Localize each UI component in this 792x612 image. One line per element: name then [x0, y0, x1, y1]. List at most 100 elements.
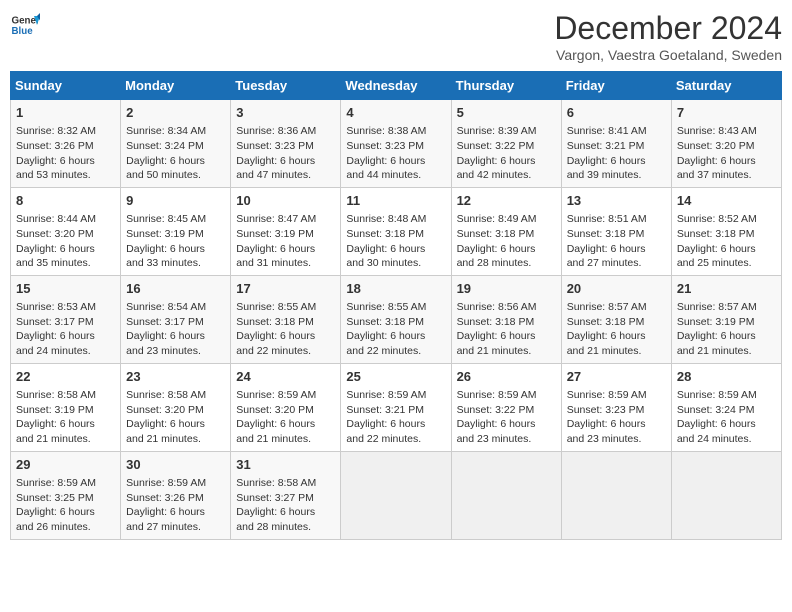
calendar-cell: 25 Sunrise: 8:59 AMSunset: 3:21 PMDayligh…: [341, 363, 451, 451]
calendar-week-3: 15 Sunrise: 8:53 AMSunset: 3:17 PMDayligh…: [11, 275, 782, 363]
title-area: December 2024 Vargon, Vaestra Goetaland,…: [554, 10, 782, 63]
day-number: 10: [236, 192, 335, 210]
calendar-cell: 13 Sunrise: 8:51 AMSunset: 3:18 PMDayligh…: [561, 187, 671, 275]
calendar-cell: [341, 451, 451, 539]
calendar-cell: 26 Sunrise: 8:59 AMSunset: 3:22 PMDayligh…: [451, 363, 561, 451]
day-number: 14: [677, 192, 776, 210]
day-number: 12: [457, 192, 556, 210]
day-number: 18: [346, 280, 445, 298]
calendar-cell: 27Sunrise: 8:59 AMSunset: 3:23 PMDayligh…: [561, 363, 671, 451]
calendar-cell: [561, 451, 671, 539]
calendar-week-5: 29Sunrise: 8:59 AMSunset: 3:25 PMDayligh…: [11, 451, 782, 539]
calendar-cell: 9 Sunrise: 8:45 AMSunset: 3:19 PMDaylight…: [121, 187, 231, 275]
day-info: Sunrise: 8:57 AMSunset: 3:18 PMDaylight:…: [567, 301, 647, 357]
location: Vargon, Vaestra Goetaland, Sweden: [554, 47, 782, 63]
day-number: 6: [567, 104, 666, 122]
calendar-cell: 22 Sunrise: 8:58 AMSunset: 3:19 PMDayligh…: [11, 363, 121, 451]
day-number: 25: [346, 368, 445, 386]
calendar-cell: 8 Sunrise: 8:44 AMSunset: 3:20 PMDaylight…: [11, 187, 121, 275]
day-info: Sunrise: 8:59 AMSunset: 3:22 PMDaylight:…: [457, 389, 537, 445]
day-number: 13: [567, 192, 666, 210]
day-info: Sunrise: 8:51 AMSunset: 3:18 PMDaylight:…: [567, 213, 647, 269]
calendar-cell: [671, 451, 781, 539]
day-number: 17: [236, 280, 335, 298]
day-info: Sunrise: 8:34 AMSunset: 3:24 PMDaylight:…: [126, 125, 206, 181]
day-info: Sunrise: 8:55 AMSunset: 3:18 PMDaylight:…: [346, 301, 426, 357]
day-info: Sunrise: 8:32 AMSunset: 3:26 PMDaylight:…: [16, 125, 96, 181]
logo: General Blue: [10, 10, 40, 40]
svg-text:Blue: Blue: [12, 26, 34, 37]
calendar-cell: 21 Sunrise: 8:57 AMSunset: 3:19 PMDayligh…: [671, 275, 781, 363]
calendar-cell: 12 Sunrise: 8:49 AMSunset: 3:18 PMDayligh…: [451, 187, 561, 275]
day-info: Sunrise: 8:36 AMSunset: 3:23 PMDaylight:…: [236, 125, 316, 181]
day-info: Sunrise: 8:41 AMSunset: 3:21 PMDaylight:…: [567, 125, 647, 181]
day-info: Sunrise: 8:58 AMSunset: 3:20 PMDaylight:…: [126, 389, 206, 445]
weekday-header-tuesday: Tuesday: [231, 72, 341, 100]
day-info: Sunrise: 8:38 AMSunset: 3:23 PMDaylight:…: [346, 125, 426, 181]
calendar-week-1: 1 Sunrise: 8:32 AMSunset: 3:26 PMDaylight…: [11, 100, 782, 188]
calendar-cell: 5 Sunrise: 8:39 AMSunset: 3:22 PMDaylight…: [451, 100, 561, 188]
day-number: 9: [126, 192, 225, 210]
weekday-header-saturday: Saturday: [671, 72, 781, 100]
day-number: 29: [16, 456, 115, 474]
day-info: Sunrise: 8:59 AMSunset: 3:21 PMDaylight:…: [346, 389, 426, 445]
calendar-cell: 29Sunrise: 8:59 AMSunset: 3:25 PMDayligh…: [11, 451, 121, 539]
calendar-cell: [451, 451, 561, 539]
month-title: December 2024: [554, 10, 782, 47]
calendar-cell: 17 Sunrise: 8:55 AMSunset: 3:18 PMDayligh…: [231, 275, 341, 363]
weekday-header-monday: Monday: [121, 72, 231, 100]
day-info: Sunrise: 8:59 AMSunset: 3:23 PMDaylight:…: [567, 389, 647, 445]
day-number: 15: [16, 280, 115, 298]
calendar-cell: 24Sunrise: 8:59 AMSunset: 3:20 PMDayligh…: [231, 363, 341, 451]
day-number: 19: [457, 280, 556, 298]
day-number: 3: [236, 104, 335, 122]
day-number: 7: [677, 104, 776, 122]
day-number: 28: [677, 368, 776, 386]
calendar-cell: 2Sunrise: 8:34 AMSunset: 3:24 PMDaylight…: [121, 100, 231, 188]
calendar-cell: 19Sunrise: 8:56 AMSunset: 3:18 PMDayligh…: [451, 275, 561, 363]
day-number: 22: [16, 368, 115, 386]
day-info: Sunrise: 8:55 AMSunset: 3:18 PMDaylight:…: [236, 301, 316, 357]
day-number: 30: [126, 456, 225, 474]
day-info: Sunrise: 8:43 AMSunset: 3:20 PMDaylight:…: [677, 125, 757, 181]
calendar-table: SundayMondayTuesdayWednesdayThursdayFrid…: [10, 71, 782, 540]
day-info: Sunrise: 8:45 AMSunset: 3:19 PMDaylight:…: [126, 213, 206, 269]
day-info: Sunrise: 8:44 AMSunset: 3:20 PMDaylight:…: [16, 213, 96, 269]
day-info: Sunrise: 8:58 AMSunset: 3:19 PMDaylight:…: [16, 389, 96, 445]
day-info: Sunrise: 8:59 AMSunset: 3:20 PMDaylight:…: [236, 389, 316, 445]
calendar-cell: 14 Sunrise: 8:52 AMSunset: 3:18 PMDayligh…: [671, 187, 781, 275]
day-number: 20: [567, 280, 666, 298]
weekday-header-wednesday: Wednesday: [341, 72, 451, 100]
day-number: 11: [346, 192, 445, 210]
day-number: 5: [457, 104, 556, 122]
day-number: 1: [16, 104, 115, 122]
day-info: Sunrise: 8:59 AMSunset: 3:26 PMDaylight:…: [126, 477, 206, 533]
day-number: 8: [16, 192, 115, 210]
header: General Blue December 2024 Vargon, Vaest…: [10, 10, 782, 63]
calendar-cell: 10 Sunrise: 8:47 AMSunset: 3:19 PMDayligh…: [231, 187, 341, 275]
day-number: 26: [457, 368, 556, 386]
day-info: Sunrise: 8:58 AMSunset: 3:27 PMDaylight:…: [236, 477, 316, 533]
calendar-cell: 7 Sunrise: 8:43 AMSunset: 3:20 PMDaylight…: [671, 100, 781, 188]
day-info: Sunrise: 8:53 AMSunset: 3:17 PMDaylight:…: [16, 301, 96, 357]
calendar-cell: 28 Sunrise: 8:59 AMSunset: 3:24 PMDayligh…: [671, 363, 781, 451]
day-info: Sunrise: 8:59 AMSunset: 3:24 PMDaylight:…: [677, 389, 757, 445]
weekday-header-sunday: Sunday: [11, 72, 121, 100]
day-info: Sunrise: 8:52 AMSunset: 3:18 PMDaylight:…: [677, 213, 757, 269]
weekday-header-friday: Friday: [561, 72, 671, 100]
calendar-cell: 20 Sunrise: 8:57 AMSunset: 3:18 PMDayligh…: [561, 275, 671, 363]
day-info: Sunrise: 8:47 AMSunset: 3:19 PMDaylight:…: [236, 213, 316, 269]
weekday-header-thursday: Thursday: [451, 72, 561, 100]
day-number: 21: [677, 280, 776, 298]
calendar-cell: 11 Sunrise: 8:48 AMSunset: 3:18 PMDayligh…: [341, 187, 451, 275]
logo-icon: General Blue: [10, 10, 40, 40]
day-number: 23: [126, 368, 225, 386]
day-info: Sunrise: 8:57 AMSunset: 3:19 PMDaylight:…: [677, 301, 757, 357]
day-info: Sunrise: 8:49 AMSunset: 3:18 PMDaylight:…: [457, 213, 537, 269]
day-number: 16: [126, 280, 225, 298]
calendar-cell: 30 Sunrise: 8:59 AMSunset: 3:26 PMDayligh…: [121, 451, 231, 539]
day-info: Sunrise: 8:39 AMSunset: 3:22 PMDaylight:…: [457, 125, 537, 181]
calendar-cell: 31Sunrise: 8:58 AMSunset: 3:27 PMDayligh…: [231, 451, 341, 539]
day-info: Sunrise: 8:48 AMSunset: 3:18 PMDaylight:…: [346, 213, 426, 269]
calendar-cell: 1 Sunrise: 8:32 AMSunset: 3:26 PMDaylight…: [11, 100, 121, 188]
